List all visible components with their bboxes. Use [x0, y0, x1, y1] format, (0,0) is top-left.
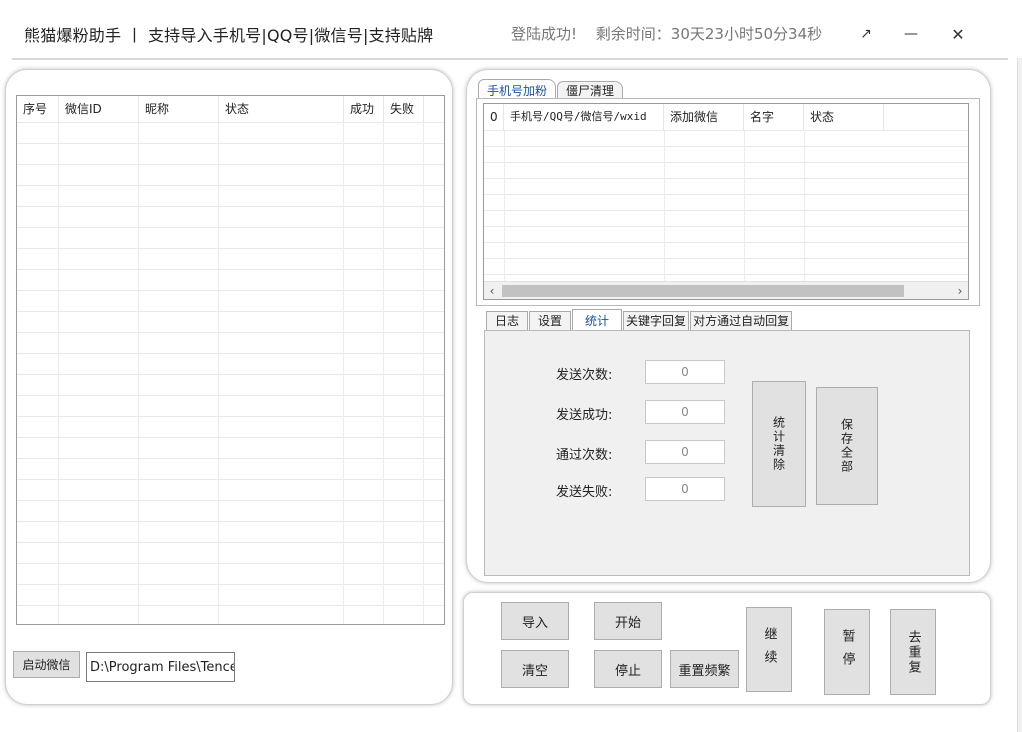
scrollbar-thumb[interactable]	[502, 285, 904, 297]
col-status[interactable]: 状态	[219, 96, 344, 122]
col-fail[interactable]: 失败	[384, 96, 424, 122]
col-account[interactable]: 手机号/QQ号/微信号/wxid	[504, 104, 664, 130]
col-nickname[interactable]: 昵称	[139, 96, 219, 122]
target-table-header: 0 手机号/QQ号/微信号/wxid 添加微信 名字 状态	[484, 104, 884, 130]
start-button[interactable]: 开始	[594, 602, 662, 640]
sent-count-label: 发送次数:	[556, 368, 613, 383]
stop-button[interactable]: 停止	[594, 650, 662, 688]
target-table[interactable]: 0 手机号/QQ号/微信号/wxid 添加微信 名字 状态 ‹ ›	[483, 103, 969, 300]
scroll-right-icon[interactable]: ›	[952, 282, 968, 299]
bottom-tab-strip: 日志 设置 统计 关键字回复 对方通过自动回复	[486, 309, 793, 331]
target-table-body	[484, 130, 968, 281]
continue-button[interactable]: 继续	[746, 607, 792, 692]
login-status: 登陆成功!	[511, 25, 578, 43]
send-success-field: 0	[645, 400, 725, 424]
clear-stats-button[interactable]: 统计清除	[752, 381, 806, 507]
tab-keyword-reply[interactable]: 关键字回复	[623, 311, 690, 331]
tab-settings[interactable]: 设置	[529, 311, 572, 331]
clear-button[interactable]: 清空	[501, 650, 569, 688]
close-icon[interactable]: ✕	[944, 20, 972, 48]
minimize-icon[interactable]: —	[897, 20, 925, 48]
dedupe-button[interactable]: 去重复	[890, 609, 936, 695]
wechat-path-input[interactable]	[86, 652, 235, 682]
window-edge	[1017, 58, 1022, 732]
horizontal-scrollbar[interactable]: ‹ ›	[484, 281, 968, 299]
col-add-wechat[interactable]: 添加微信	[664, 104, 744, 130]
import-button[interactable]: 导入	[501, 602, 569, 640]
app-title: 熊猫爆粉助手 丨 支持导入手机号|QQ号|微信号|支持贴牌	[24, 26, 434, 45]
send-fail-label: 发送失败:	[556, 485, 613, 500]
remaining-time: 剩余时间：30天23小时50分34秒	[595, 25, 823, 43]
col-name[interactable]: 名字	[744, 104, 804, 130]
account-table-header: 序号 微信ID 昵称 状态 成功 失败	[17, 96, 424, 122]
title-bar: 熊猫爆粉助手 丨 支持导入手机号|QQ号|微信号|支持贴牌 登陆成功! 剩余时间…	[0, 0, 1022, 60]
login-status-bar: 登陆成功! 剩余时间：30天23小时50分34秒	[511, 23, 836, 44]
sent-count-field: 0	[645, 360, 725, 384]
pass-count-field: 0	[645, 440, 725, 464]
reset-frequent-button[interactable]: 重置频繁	[670, 650, 739, 688]
col-index[interactable]: 序号	[17, 96, 59, 122]
col-target-status[interactable]: 状态	[804, 104, 884, 130]
tab-auto-reply[interactable]: 对方通过自动回复	[690, 311, 793, 331]
col-wechat-id[interactable]: 微信ID	[59, 96, 139, 122]
scroll-left-icon[interactable]: ‹	[484, 282, 500, 299]
pause-button[interactable]: 暂停	[824, 609, 870, 695]
tab-log[interactable]: 日志	[486, 311, 529, 331]
account-table-body	[17, 122, 444, 624]
col-success[interactable]: 成功	[344, 96, 384, 122]
launch-wechat-button[interactable]: 启动微信	[13, 651, 80, 678]
send-fail-field: 0	[645, 477, 725, 501]
restore-icon[interactable]: ↗	[852, 20, 880, 48]
save-all-button[interactable]: 保存全部	[816, 387, 878, 505]
account-table[interactable]: 序号 微信ID 昵称 状态 成功 失败	[16, 95, 445, 625]
send-success-label: 发送成功:	[556, 408, 613, 423]
tab-stats[interactable]: 统计	[572, 309, 623, 331]
title-divider	[12, 58, 1008, 60]
col-seq[interactable]: 0	[484, 104, 504, 130]
pass-count-label: 通过次数:	[556, 448, 613, 463]
